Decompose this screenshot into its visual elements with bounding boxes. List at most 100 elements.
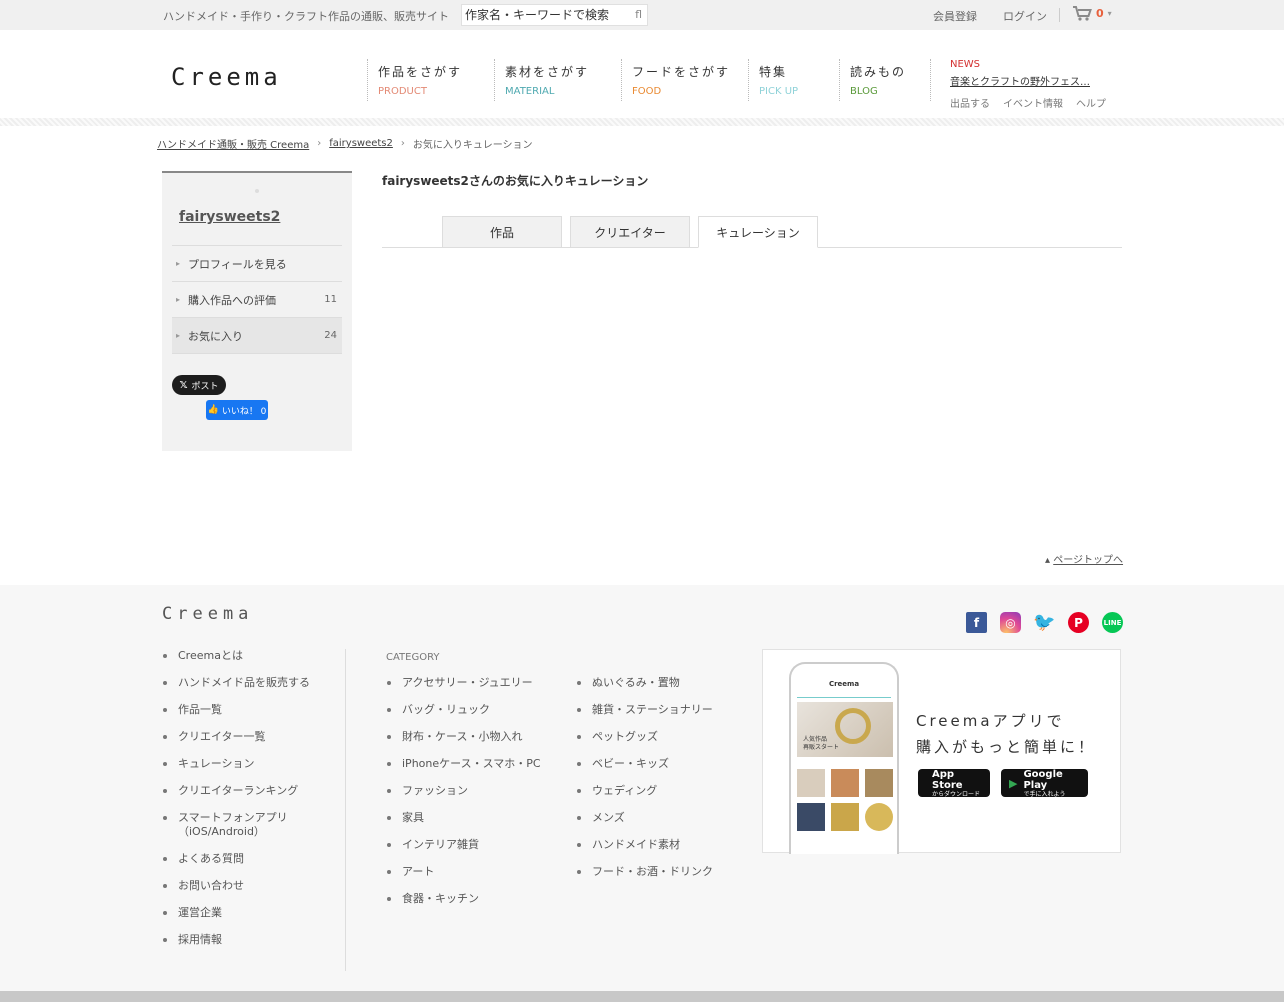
google-play-label: Google Play xyxy=(1023,768,1063,791)
category-link[interactable]: 雑貨・ステーショナリー xyxy=(576,703,713,717)
like-label: いいね！ 0 xyxy=(221,406,267,417)
footer-logo[interactable]: Creema xyxy=(162,604,253,624)
footer-link[interactable]: よくある質問 xyxy=(162,852,345,866)
category-link[interactable]: iPhoneケース・スマホ・PC xyxy=(386,757,541,771)
twitter-icon[interactable]: 🐦 xyxy=(1033,612,1055,633)
facebook-icon[interactable]: f xyxy=(966,612,987,633)
sidebar-item-label: プロフィールを見る xyxy=(188,257,287,271)
category-link[interactable]: フード・お酒・ドリンク xyxy=(576,865,713,879)
phone-hero-image: 人気作品 再販スタート xyxy=(797,702,893,757)
category-link[interactable]: アクセサリー・ジュエリー xyxy=(386,676,541,690)
search-input[interactable] xyxy=(462,5,627,25)
footer-link[interactable]: Creemaとは xyxy=(162,649,345,663)
nav-sublabel: BLOG xyxy=(850,86,878,97)
site-logo[interactable]: Creema xyxy=(171,63,282,91)
events-link[interactable]: イベント情報 xyxy=(1003,95,1063,110)
google-play-button[interactable]: ▶ Google Play で手に入れよう xyxy=(1001,768,1088,798)
category-heading: CATEGORY xyxy=(386,652,440,663)
nav-sublabel: FOOD xyxy=(632,86,662,97)
category-link[interactable]: ベビー・キッズ xyxy=(576,757,713,771)
category-link[interactable]: ウェディング xyxy=(576,784,713,798)
app-store-sublabel: からダウンロード xyxy=(932,790,981,798)
category-link[interactable]: ペットグッズ xyxy=(576,730,713,744)
nav-product[interactable]: 作品をさがす PRODUCT xyxy=(367,59,462,101)
app-store-button[interactable]: App Store からダウンロード xyxy=(918,769,990,798)
header-divider xyxy=(0,118,1284,126)
category-list-right: ぬいぐるみ・置物 雑貨・ステーショナリー ペットグッズ ベビー・キッズ ウェディ… xyxy=(576,676,713,892)
news-label: NEWS xyxy=(950,59,981,70)
tab-products[interactable]: 作品 xyxy=(442,216,562,248)
chevron-right-icon: ▸ xyxy=(176,295,181,304)
category-link[interactable]: ハンドメイド素材 xyxy=(576,838,713,852)
tweet-button[interactable]: 𝕏 ポスト xyxy=(172,375,226,395)
category-link[interactable]: メンズ xyxy=(576,811,713,825)
phone-mockup: Creema 人気作品 再販スタート xyxy=(789,662,899,854)
google-play-sublabel: で手に入れよう xyxy=(1023,790,1066,798)
app-copy-line: 購入がもっと簡単に！ xyxy=(916,738,1097,756)
nav-sublabel: PRODUCT xyxy=(378,86,427,97)
help-link[interactable]: ヘルプ xyxy=(1076,95,1106,110)
nav-material[interactable]: 素材をさがす MATERIAL xyxy=(494,59,589,101)
thumbs-up-icon: 👍 xyxy=(207,405,219,415)
site-header: Creema 作品をさがす PRODUCT 素材をさがす MATERIAL フー… xyxy=(0,30,1284,120)
footer-links: Creemaとは ハンドメイド品を販売する 作品一覧 クリエイター一覧 キュレー… xyxy=(162,649,346,971)
sell-link[interactable]: 出品する xyxy=(950,95,990,110)
line-icon[interactable]: LINE xyxy=(1102,612,1123,633)
nav-food[interactable]: フードをさがす FOOD xyxy=(621,59,730,101)
footer-link[interactable]: クリエイターランキング xyxy=(162,784,345,798)
pinterest-icon[interactable]: P xyxy=(1068,612,1089,633)
app-promo-banner[interactable]: Creema 人気作品 再販スタート Creemaアプリで 購入がもっと簡単に！ xyxy=(762,649,1121,854)
footer-link[interactable]: 運営企業 xyxy=(162,906,345,920)
footer-link[interactable]: クリエイター一覧 xyxy=(162,730,345,744)
nav-label: 素材をさがす xyxy=(505,65,590,79)
sidebar-item-profile[interactable]: ▸ プロフィールを見る xyxy=(172,246,342,282)
instagram-icon[interactable]: ◎ xyxy=(1000,612,1021,633)
app-copy-line: Creemaアプリで xyxy=(916,712,1065,730)
category-link[interactable]: インテリア雑貨 xyxy=(386,838,541,852)
footer-link[interactable]: 採用情報 xyxy=(162,933,345,947)
news-link[interactable]: 音楽とクラフトの野外フェス… xyxy=(950,73,1092,88)
category-link[interactable]: ぬいぐるみ・置物 xyxy=(576,676,713,690)
app-copy: Creemaアプリで 購入がもっと簡単に！ xyxy=(916,708,1096,760)
nav-sublabel: PICK UP xyxy=(759,86,799,97)
nav-pickup[interactable]: 特集 PICK UP xyxy=(748,59,798,101)
category-link[interactable]: 財布・ケース・小物入れ xyxy=(386,730,541,744)
search-button[interactable]: fl xyxy=(635,8,642,21)
sidebar-item-favorites[interactable]: ▸ お気に入り 24 xyxy=(172,318,342,354)
tab-creators[interactable]: クリエイター xyxy=(570,216,690,248)
login-link[interactable]: ログイン xyxy=(1003,8,1047,24)
site-tagline: ハンドメイド・手作り・クラフト作品の通販、販売サイト xyxy=(163,10,449,23)
sidebar-item-reviews[interactable]: ▸ 購入作品への評価 11 xyxy=(172,282,342,318)
category-link[interactable]: 家具 xyxy=(386,811,541,825)
product-thumbnail xyxy=(865,803,893,831)
footer-link[interactable]: 作品一覧 xyxy=(162,703,345,717)
register-link[interactable]: 会員登録 xyxy=(933,8,977,24)
footer-link[interactable]: ハンドメイド品を販売する xyxy=(162,676,345,690)
sidebar-item-label: 購入作品への評価 xyxy=(188,293,276,307)
tab-curation[interactable]: キュレーション xyxy=(698,216,818,248)
product-thumbnail xyxy=(865,769,893,797)
category-link[interactable]: バッグ・リュック xyxy=(386,703,541,717)
chevron-right-icon: › xyxy=(400,138,405,149)
category-link[interactable]: ファッション xyxy=(386,784,541,798)
facebook-like-button[interactable]: 👍 いいね！ 0 xyxy=(206,400,268,420)
username-link[interactable]: fairysweets2 xyxy=(179,209,280,225)
breadcrumb-user[interactable]: fairysweets2 xyxy=(329,138,393,149)
sidebar-item-label: お気に入り xyxy=(188,329,243,343)
cart-count: 0 xyxy=(1096,7,1104,20)
footer-link[interactable]: キュレーション xyxy=(162,757,345,771)
category-link[interactable]: アート xyxy=(386,865,541,879)
search-box: fl xyxy=(461,4,648,26)
footer-link[interactable]: スマートフォンアプリ（iOS/Android） xyxy=(162,811,345,839)
news-block: NEWS 音楽とクラフトの野外フェス… 出品する イベント情報 ヘルプ xyxy=(930,59,1130,110)
category-link[interactable]: 食器・キッチン xyxy=(386,892,541,906)
nav-label: 読みもの xyxy=(850,65,907,79)
page-top-label: ページトップへ xyxy=(1053,555,1124,566)
page-top-link[interactable]: ▴ ページトップへ xyxy=(1045,551,1123,566)
divider xyxy=(1059,8,1060,22)
breadcrumb-home[interactable]: ハンドメイド通販・販売 Creema xyxy=(157,136,309,151)
cart-button[interactable]: 0 ▾ xyxy=(1073,6,1112,21)
page-title: fairysweets2さんのお気に入りキュレーション xyxy=(382,174,649,188)
nav-blog[interactable]: 読みもの BLOG xyxy=(839,59,906,101)
footer-link[interactable]: お問い合わせ xyxy=(162,879,345,893)
